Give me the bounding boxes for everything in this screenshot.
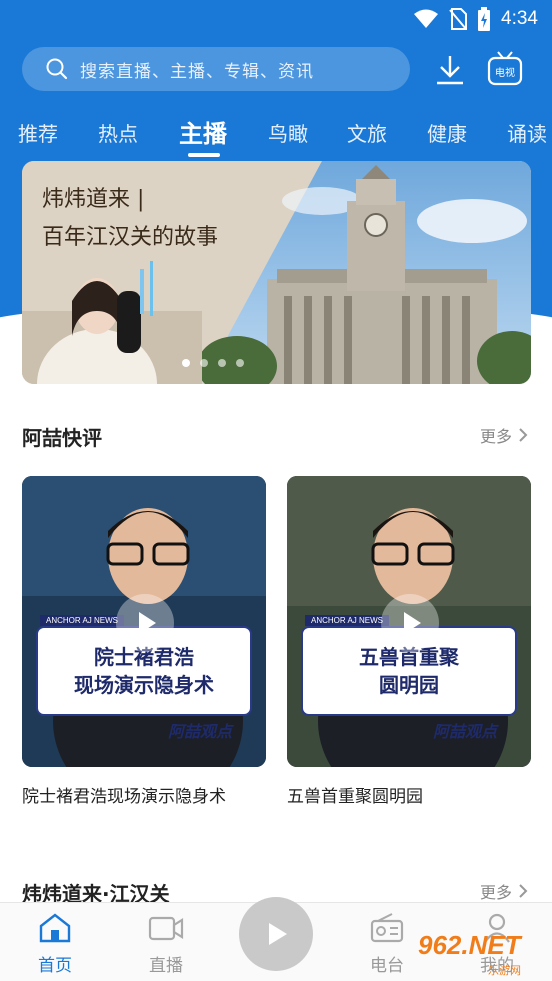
- category-tabs: 推荐 热点 主播 鸟瞰 文旅 健康 诵读: [0, 112, 552, 157]
- more-label: 更多: [479, 883, 512, 902]
- card-title[interactable]: 院士褚君浩现场演示隐身术: [22, 782, 226, 807]
- carousel-dot: [182, 359, 190, 367]
- carousel-dot: [218, 359, 226, 367]
- nav-label: 直播: [149, 956, 183, 976]
- card-tag: ANCHOR AJ NEWS: [305, 615, 390, 626]
- nav-live[interactable]: 直播: [131, 913, 201, 976]
- play-button[interactable]: [116, 594, 174, 652]
- banner-subtitle: 百年江汉关的故事: [42, 225, 219, 250]
- tab-culture-travel[interactable]: 文旅: [347, 118, 387, 147]
- no-sim-icon: [449, 8, 468, 30]
- tab-recommend[interactable]: 推荐: [18, 118, 58, 147]
- section1-more-link[interactable]: 更多: [480, 423, 528, 447]
- wifi-icon: [414, 9, 439, 28]
- watermark-logo: 962.NET: [418, 930, 521, 960]
- tab-health[interactable]: 健康: [427, 118, 467, 147]
- play-icon: [269, 923, 287, 945]
- search-icon: [46, 58, 68, 80]
- nav-radio[interactable]: 电台: [352, 913, 422, 976]
- tv-button[interactable]: 电视: [487, 51, 523, 87]
- video-card[interactable]: ANCHOR AJ NEWS 五兽首重聚 圆明园 阿喆观点: [287, 476, 531, 767]
- chevron-right-icon: [519, 428, 528, 442]
- play-icon: [404, 612, 421, 634]
- tv-label: 电视: [495, 66, 515, 79]
- caption-line: 圆明园: [379, 673, 439, 697]
- caption-line: 现场演示隐身术: [74, 673, 214, 697]
- download-icon: [437, 56, 463, 85]
- more-label: 更多: [479, 427, 512, 446]
- card-brand: 阿喆观点: [167, 722, 232, 741]
- search-placeholder: 搜索直播、主播、专辑、资讯: [80, 61, 314, 82]
- play-button[interactable]: [381, 594, 439, 652]
- download-button[interactable]: [432, 52, 468, 88]
- banner-title: 炜炜道来 |: [42, 187, 145, 212]
- status-time: 4:34: [501, 8, 538, 29]
- tv-icon: 电视: [487, 51, 523, 86]
- nav-home[interactable]: 首页: [20, 913, 90, 976]
- app-root: 4:34 搜索直播、主播、专辑、资讯 电视 推荐 热点 主播 鸟瞰 文旅 健康 …: [0, 0, 552, 981]
- video-icon: [148, 916, 184, 941]
- status-bar: 4:34: [0, 0, 552, 38]
- card-title[interactable]: 五兽首重聚圆明园: [287, 782, 423, 807]
- tab-recite[interactable]: 诵读: [507, 118, 547, 147]
- nav-label: 电台: [370, 956, 404, 976]
- tab-anchor[interactable]: 主播: [179, 114, 227, 149]
- active-tab-indicator: [188, 153, 220, 157]
- chevron-right-icon: [519, 884, 528, 898]
- battery-charging-icon: [478, 7, 491, 31]
- tab-aerial[interactable]: 鸟瞰: [268, 118, 308, 147]
- play-icon: [139, 612, 156, 634]
- search-input[interactable]: 搜索直播、主播、专辑、资讯: [22, 47, 410, 91]
- carousel-dots: [182, 359, 244, 367]
- video-card[interactable]: ANCHOR AJ NEWS 院士褚君浩 现场演示隐身术 阿喆观点: [22, 476, 266, 767]
- carousel-dot: [200, 359, 208, 367]
- card-brand: 阿喆观点: [432, 722, 497, 741]
- nav-label: 首页: [38, 956, 72, 976]
- home-icon: [39, 913, 71, 943]
- tab-hot[interactable]: 热点: [98, 118, 138, 147]
- carousel-dot: [236, 359, 244, 367]
- card-tag: ANCHOR AJ NEWS: [40, 615, 125, 626]
- section-title-aj-review: 阿喆快评: [22, 426, 102, 450]
- watermark-subtext: 乐游网: [488, 964, 521, 977]
- banner-carousel[interactable]: 炜炜道来 | 百年江汉关的故事: [22, 161, 531, 384]
- center-play-button[interactable]: [239, 897, 313, 971]
- radio-icon: [370, 913, 404, 943]
- section2-more-link[interactable]: 更多: [480, 879, 528, 903]
